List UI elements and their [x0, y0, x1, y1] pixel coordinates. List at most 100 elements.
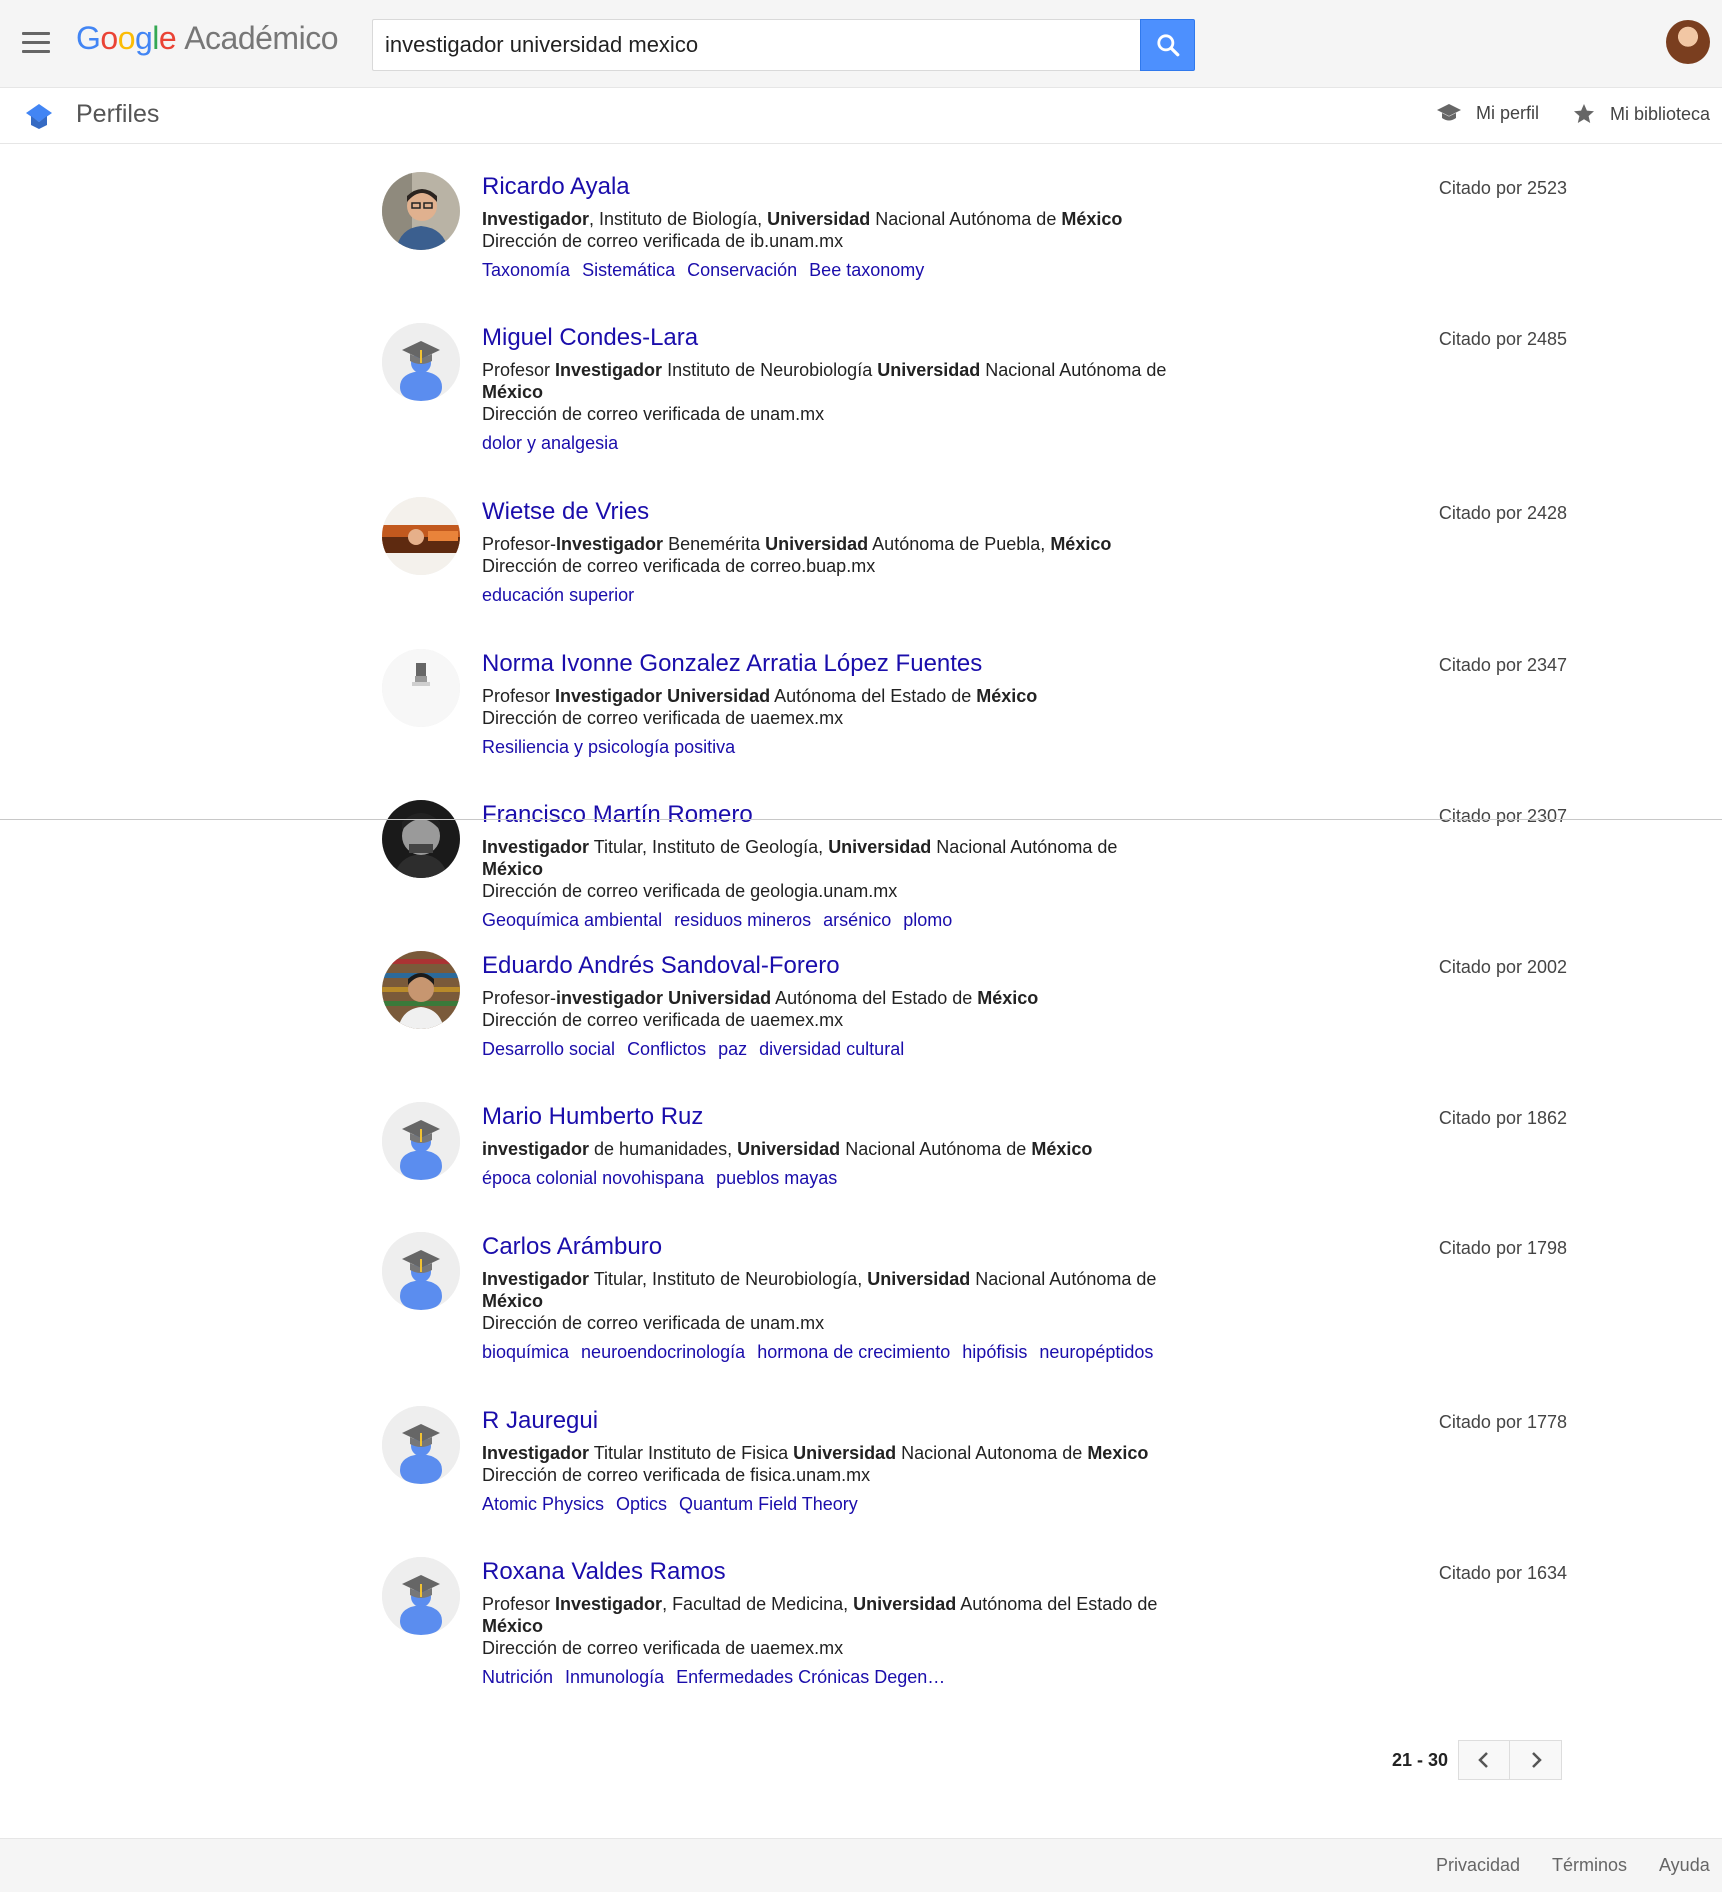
- logo-letter: o: [117, 20, 136, 56]
- page-title: Perfiles: [76, 100, 160, 128]
- privacy-link[interactable]: Privacidad: [1436, 1855, 1520, 1876]
- cited-by-count: Citado por 1778: [1438, 1412, 1567, 1432]
- interest-tag-link[interactable]: hipófisis: [962, 1342, 1027, 1362]
- interest-tag-link[interactable]: Resiliencia y psicología positiva: [482, 737, 735, 757]
- highlighted-term: Mexico: [1087, 1443, 1149, 1463]
- highlighted-term: Investigador: [482, 209, 590, 229]
- interest-tags: Taxonomía Sistemática Conservación Bee taxo…: [482, 259, 1182, 281]
- interest-tag-link[interactable]: Atomic Physics: [482, 1494, 604, 1514]
- profile-affiliation: Investigador Titular Instituto de Fisica…: [482, 1442, 1182, 1464]
- profile-photo: [382, 951, 460, 1029]
- interest-tag-link[interactable]: Enfermedades Crónicas Degen…: [676, 1667, 945, 1687]
- profile-name-link[interactable]: Roxana Valdes Ramos: [482, 1557, 1182, 1587]
- my-library-link[interactable]: Mi biblioteca: [1572, 102, 1710, 126]
- profile-avatar[interactable]: [382, 1557, 460, 1635]
- affiliation-text: Benemérita: [663, 534, 766, 554]
- profile-name-link[interactable]: Miguel Condes-Lara: [482, 323, 1182, 353]
- profile-email: Dirección de correo verificada de ib.una…: [482, 231, 844, 251]
- interest-tag-link[interactable]: diversidad cultural: [759, 1039, 904, 1059]
- interest-tags: dolor y analgesia: [482, 432, 1182, 454]
- highlighted-term: Universidad: [793, 1443, 897, 1463]
- logo-letter: o: [100, 20, 118, 56]
- profile-affiliation: Profesor Investigador, Facultad de Medic…: [482, 1593, 1182, 1637]
- profile-email: Dirección de correo verificada de correo…: [482, 556, 876, 576]
- profile-avatar[interactable]: [382, 497, 460, 575]
- profile-name-link[interactable]: Eduardo Andrés Sandoval-Forero: [482, 951, 1182, 981]
- interest-tag-link[interactable]: Inmunología: [565, 1667, 664, 1687]
- affiliation-text: Profesor: [482, 686, 556, 706]
- interest-tag-link[interactable]: neuropéptidos: [1039, 1342, 1153, 1362]
- affiliation-text: Titular, Instituto de Geología,: [589, 837, 829, 857]
- interest-tag-link[interactable]: Nutrición: [482, 1667, 553, 1687]
- next-page-button[interactable]: [1510, 1740, 1563, 1780]
- interest-tag-link[interactable]: plomo: [903, 910, 952, 930]
- highlighted-term: Investigador: [556, 534, 664, 554]
- affiliation-text: Instituto de Neurobiología: [662, 360, 878, 380]
- my-profile-label: Mi perfil: [1476, 102, 1540, 123]
- star-icon: [1574, 104, 1594, 123]
- sub-bar: Perfiles Mi perfil Mi biblioteca: [0, 88, 1722, 144]
- interest-tag-link[interactable]: pueblos mayas: [716, 1168, 837, 1188]
- menu-icon[interactable]: [22, 26, 54, 58]
- affiliation-text: Nacional Autonoma de: [896, 1443, 1088, 1463]
- interest-tag-link[interactable]: neuroendocrinología: [581, 1342, 745, 1362]
- interest-tag-link[interactable]: Sistemática: [582, 260, 675, 280]
- result-body: Ricardo Ayala Investigador, Instituto de …: [482, 172, 1182, 281]
- interest-tag-link[interactable]: hormona de crecimiento: [757, 1342, 950, 1362]
- profile-email: Dirección de correo verificada de uaemex…: [482, 708, 844, 728]
- interest-tag-link[interactable]: época colonial novohispana: [482, 1168, 704, 1188]
- profile-name-link[interactable]: Wietse de Vries: [482, 497, 1182, 527]
- profile-avatar[interactable]: [382, 1406, 460, 1484]
- profile-avatar[interactable]: [382, 800, 460, 878]
- top-bar: Google Académico: [0, 0, 1722, 88]
- interest-tag-link[interactable]: Taxonomía: [482, 260, 570, 280]
- graduation-cap-icon: [1437, 104, 1461, 121]
- interest-tag-link[interactable]: Conservación: [687, 260, 797, 280]
- previous-page-button[interactable]: [1458, 1740, 1511, 1780]
- profile-avatar[interactable]: [382, 1102, 460, 1180]
- profile-photo: [382, 800, 460, 878]
- interest-tag-link[interactable]: paz: [718, 1039, 747, 1059]
- account-avatar[interactable]: [1666, 20, 1710, 64]
- profile-name-link[interactable]: Norma Ivonne Gonzalez Arratia López Fuen…: [482, 649, 1182, 679]
- profile-affiliation: investigador de humanidades, Universidad…: [482, 1138, 1182, 1160]
- cited-by-count: Citado por 2523: [1438, 178, 1567, 198]
- profile-avatar[interactable]: [382, 323, 460, 401]
- profile-avatar[interactable]: [382, 951, 460, 1029]
- interest-tag-link[interactable]: Bee taxonomy: [809, 260, 924, 280]
- interest-tag-link[interactable]: educación superior: [482, 585, 634, 605]
- affiliation-text: Nacional Autónoma de: [931, 837, 1118, 857]
- cited-by-count: Citado por 2002: [1438, 957, 1567, 977]
- interest-tag-link[interactable]: Optics: [616, 1494, 667, 1514]
- profile-name-link[interactable]: Mario Humberto Ruz: [482, 1102, 1182, 1132]
- interest-tag-link[interactable]: residuos mineros: [674, 910, 811, 930]
- my-library-label: Mi biblioteca: [1610, 103, 1711, 124]
- search-input[interactable]: [372, 19, 1142, 71]
- logo-letter: G: [76, 20, 101, 56]
- interest-tag-link[interactable]: Desarrollo social: [482, 1039, 615, 1059]
- profile-name-link[interactable]: Ricardo Ayala: [482, 172, 1182, 202]
- divider: [0, 819, 1722, 820]
- profile-avatar[interactable]: [382, 1232, 460, 1310]
- help-link[interactable]: Ayuda: [1659, 1855, 1710, 1876]
- highlighted-term: investigador: [556, 988, 664, 1008]
- profile-name-link[interactable]: Francisco Martín Romero: [482, 800, 1182, 830]
- default-profile-icon: [382, 323, 460, 401]
- profile-name-link[interactable]: R Jauregui: [482, 1406, 1182, 1436]
- result-body: Eduardo Andrés Sandoval-Forero Profesor-i…: [482, 951, 1182, 1060]
- interest-tag-link[interactable]: Quantum Field Theory: [679, 1494, 858, 1514]
- profile-avatar[interactable]: [382, 649, 460, 727]
- interest-tag-link[interactable]: bioquímica: [482, 1342, 569, 1362]
- interest-tag-link[interactable]: Conflictos: [627, 1039, 706, 1059]
- terms-link[interactable]: Términos: [1552, 1855, 1627, 1876]
- interest-tag-link[interactable]: Geoquímica ambiental: [482, 910, 662, 930]
- chevron-right-icon: [1531, 1752, 1542, 1768]
- profile-affiliation: Profesor Investigador Universidad Autóno…: [482, 685, 1182, 707]
- profile-name-link[interactable]: Carlos Arámburo: [482, 1232, 1182, 1262]
- search-button[interactable]: [1140, 19, 1195, 71]
- interest-tag-link[interactable]: dolor y analgesia: [482, 433, 618, 453]
- interest-tag-link[interactable]: arsénico: [823, 910, 891, 930]
- my-profile-link[interactable]: Mi perfil: [1436, 102, 1539, 124]
- scholar-logo[interactable]: Google Académico: [76, 20, 338, 66]
- profile-avatar[interactable]: [382, 172, 460, 250]
